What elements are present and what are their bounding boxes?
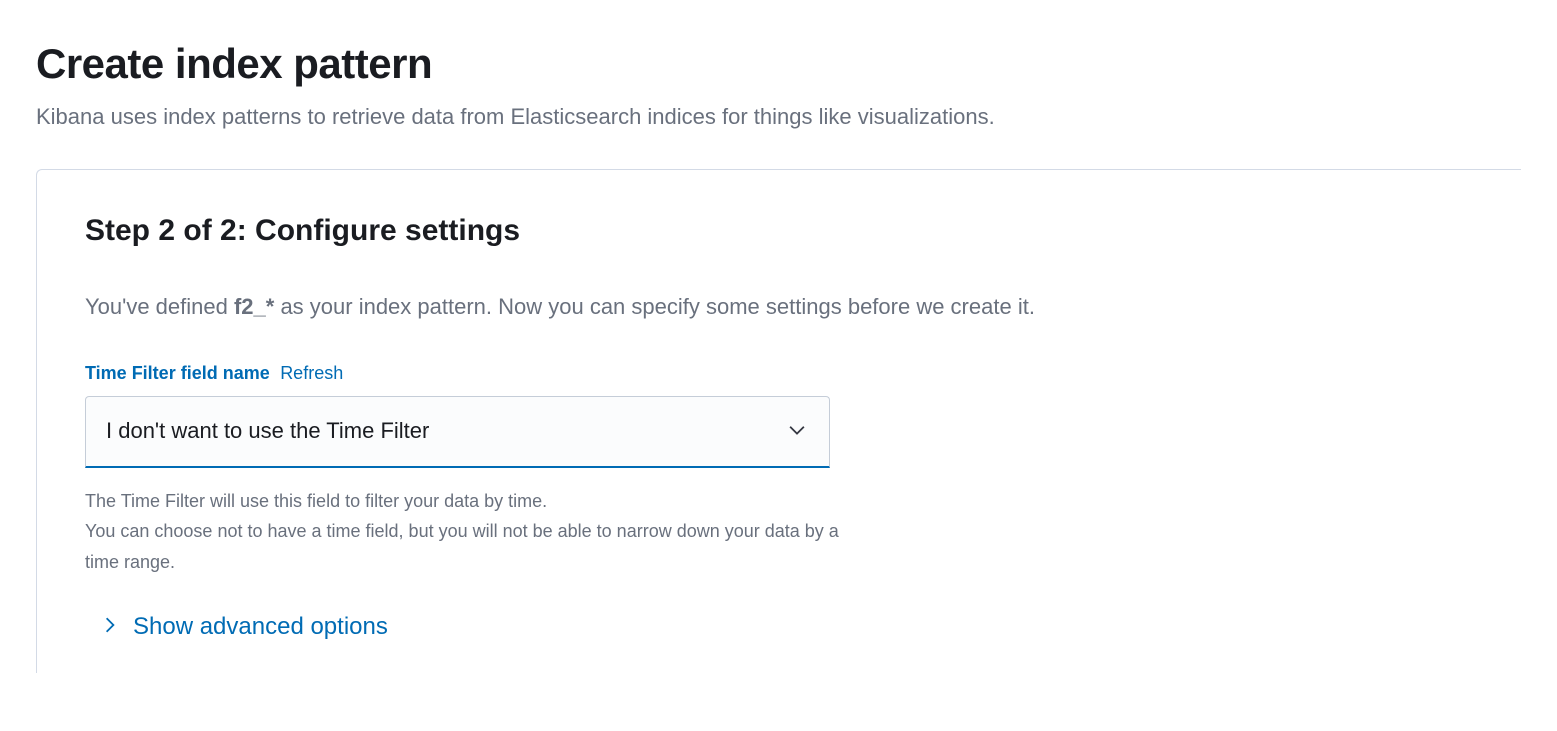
- step-description-suffix: as your index pattern. Now you can speci…: [274, 294, 1035, 319]
- page-subtitle: Kibana uses index patterns to retrieve d…: [36, 102, 1521, 133]
- refresh-link[interactable]: Refresh: [280, 363, 343, 383]
- time-filter-selected-value: I don't want to use the Time Filter: [106, 418, 429, 444]
- step-description: You've defined f2_* as your index patter…: [85, 292, 1473, 323]
- help-line-2: You can choose not to have a time field,…: [85, 521, 839, 572]
- advanced-toggle-label: Show advanced options: [133, 613, 388, 641]
- step-panel: Step 2 of 2: Configure settings You've d…: [36, 169, 1521, 674]
- chevron-right-icon: [101, 613, 119, 641]
- time-filter-field-label: Time Filter field name: [85, 363, 270, 383]
- step-description-prefix: You've defined: [85, 294, 234, 319]
- show-advanced-options-toggle[interactable]: Show advanced options: [85, 613, 1473, 641]
- help-line-1: The Time Filter will use this field to f…: [85, 491, 547, 511]
- page-title: Create index pattern: [36, 40, 1521, 88]
- step-title: Step 2 of 2: Configure settings: [85, 214, 1473, 248]
- time-filter-label-row: Time Filter field name Refresh: [85, 363, 1473, 384]
- time-filter-help-text: The Time Filter will use this field to f…: [85, 486, 845, 578]
- time-filter-select-wrapper: I don't want to use the Time Filter: [85, 396, 830, 468]
- time-filter-select[interactable]: I don't want to use the Time Filter: [85, 396, 830, 468]
- index-pattern-name: f2_*: [234, 294, 274, 319]
